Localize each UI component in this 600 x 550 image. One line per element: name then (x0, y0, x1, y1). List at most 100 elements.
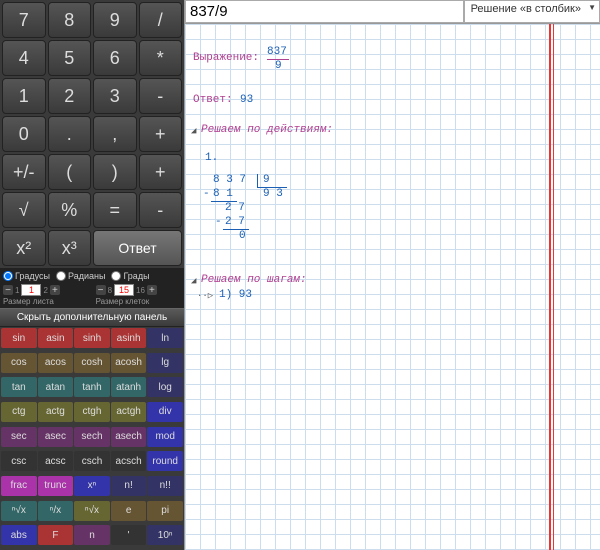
step1-num: 1. (205, 152, 218, 164)
ext-key-x[interactable]: ⁿ√x (74, 501, 110, 521)
ext-key-x[interactable]: ⁿ√x (1, 501, 37, 521)
ext-key-log[interactable]: log (147, 377, 183, 397)
ld-rem2: 0 (239, 230, 246, 242)
key-0[interactable]: 0 (2, 116, 46, 152)
ext-key-abs[interactable]: abs (1, 525, 37, 545)
key-dot[interactable]: . (48, 116, 92, 152)
ext-key-cosh[interactable]: cosh (74, 353, 110, 373)
key-percent[interactable]: % (48, 192, 92, 228)
ext-key-x[interactable]: xⁿ (74, 476, 110, 496)
ext-key-asin[interactable]: asin (38, 328, 74, 348)
key-negate[interactable]: +/- (2, 154, 46, 190)
ext-key-n[interactable]: n! (111, 476, 147, 496)
ext-key-n[interactable]: n!! (147, 476, 183, 496)
steps-heading: Решаем по действиям: (201, 124, 333, 136)
collapse-icon[interactable]: ◢ (191, 126, 196, 136)
ext-key-sin[interactable]: sin (1, 328, 37, 348)
radio-degrees[interactable]: Градусы (3, 271, 50, 281)
answer-value: 93 (240, 94, 253, 106)
ext-key-ctg[interactable]: ctg (1, 402, 37, 422)
ext-key-tan[interactable]: tan (1, 377, 37, 397)
ext-key-n[interactable]: n (74, 525, 110, 545)
key-6[interactable]: 6 (93, 40, 137, 76)
expression-input[interactable] (185, 0, 464, 23)
collapse-icon-2[interactable]: ◢ (191, 276, 196, 286)
ext-key-cos[interactable]: cos (1, 353, 37, 373)
key-divide[interactable]: / (139, 2, 183, 38)
sheet-value: 1 (21, 284, 41, 296)
cells-value: 15 (114, 284, 134, 296)
key-3[interactable]: 3 (93, 78, 137, 114)
ext-key-acosh[interactable]: acosh (111, 353, 147, 373)
extended-keypad: sinasinsinhasinhlncosacoscoshacoshlgtana… (0, 327, 184, 550)
ext-key-acsch[interactable]: acsch (111, 451, 147, 471)
key-plus2[interactable]: + (139, 154, 183, 190)
ext-key-csch[interactable]: csch (74, 451, 110, 471)
ext-key-sec[interactable]: sec (1, 427, 37, 447)
cells-inc[interactable]: + (147, 285, 157, 295)
ext-key-actg[interactable]: actg (38, 402, 74, 422)
ext-key-ctgh[interactable]: ctgh (74, 402, 110, 422)
cells-dec[interactable]: − (96, 285, 106, 295)
radio-radians[interactable]: Радианы (56, 271, 105, 281)
mode-select[interactable]: Решение «в столбик» (464, 0, 600, 23)
ext-key-acsc[interactable]: acsc (38, 451, 74, 471)
sheet-inc[interactable]: + (50, 285, 60, 295)
key-sq[interactable]: x² (2, 230, 46, 266)
key-4[interactable]: 4 (2, 40, 46, 76)
key-answer[interactable]: Ответ (93, 230, 182, 266)
key-2[interactable]: 2 (48, 78, 92, 114)
main-keypad: 7 8 9 / 4 5 6 * 1 2 3 - 0 . , + +/- ( ) … (0, 0, 184, 268)
ext-key-round[interactable]: round (147, 451, 183, 471)
ext-key-actgh[interactable]: actgh (111, 402, 147, 422)
key-1[interactable]: 1 (2, 78, 46, 114)
ext-key-frac[interactable]: frac (1, 476, 37, 496)
ext-key-F[interactable]: F (38, 525, 74, 545)
key-8[interactable]: 8 (48, 2, 92, 38)
ext-key-lg[interactable]: lg (147, 353, 183, 373)
radio-grads[interactable]: Грады (111, 271, 149, 281)
ext-key-asech[interactable]: asech (111, 427, 147, 447)
ext-key-e[interactable]: e (111, 501, 147, 521)
red-margin-2 (553, 24, 554, 550)
ext-key-csc[interactable]: csc (1, 451, 37, 471)
ext-key-mod[interactable]: mod (147, 427, 183, 447)
ext-key-10[interactable]: 10ⁿ (147, 525, 183, 545)
ext-key-sech[interactable]: sech (74, 427, 110, 447)
key-9[interactable]: 9 (93, 2, 137, 38)
ext-key-[interactable]: ' (111, 525, 147, 545)
sheet-dec[interactable]: − (3, 285, 13, 295)
key-minus2[interactable]: - (139, 192, 183, 228)
cells-label: Размер клеток (96, 297, 150, 306)
ext-key-x[interactable]: ⁿ/x (38, 501, 74, 521)
ext-key-asinh[interactable]: asinh (111, 328, 147, 348)
key-multiply[interactable]: * (139, 40, 183, 76)
key-lparen[interactable]: ( (48, 154, 92, 190)
steps2-heading: Решаем по шагам: (201, 274, 307, 286)
ext-key-tanh[interactable]: tanh (74, 377, 110, 397)
key-5[interactable]: 5 (48, 40, 92, 76)
ext-key-trunc[interactable]: trunc (38, 476, 74, 496)
key-7[interactable]: 7 (2, 2, 46, 38)
key-minus[interactable]: - (139, 78, 183, 114)
ext-key-atanh[interactable]: atanh (111, 377, 147, 397)
hide-extra-panel[interactable]: Скрыть дополнительную панель (0, 308, 184, 327)
ld-sub2-minus: - (215, 216, 222, 228)
key-cube[interactable]: x³ (48, 230, 92, 266)
ld-sub2: 2 7 (225, 216, 245, 228)
ext-key-pi[interactable]: pi (147, 501, 183, 521)
key-plus[interactable]: + (139, 116, 183, 152)
ext-key-acos[interactable]: acos (38, 353, 74, 373)
key-comma[interactable]: , (93, 116, 137, 152)
ext-key-div[interactable]: div (147, 402, 183, 422)
answer-label: Ответ: (193, 94, 233, 106)
ext-key-sinh[interactable]: sinh (74, 328, 110, 348)
ext-key-asec[interactable]: asec (38, 427, 74, 447)
step2-marker: ··▷ (197, 291, 213, 301)
key-equals[interactable]: = (93, 192, 137, 228)
key-sqrt[interactable]: √ (2, 192, 46, 228)
key-rparen[interactable]: ) (93, 154, 137, 190)
ld-divider-vert (257, 174, 287, 188)
ext-key-atan[interactable]: atan (38, 377, 74, 397)
ext-key-ln[interactable]: ln (147, 328, 183, 348)
